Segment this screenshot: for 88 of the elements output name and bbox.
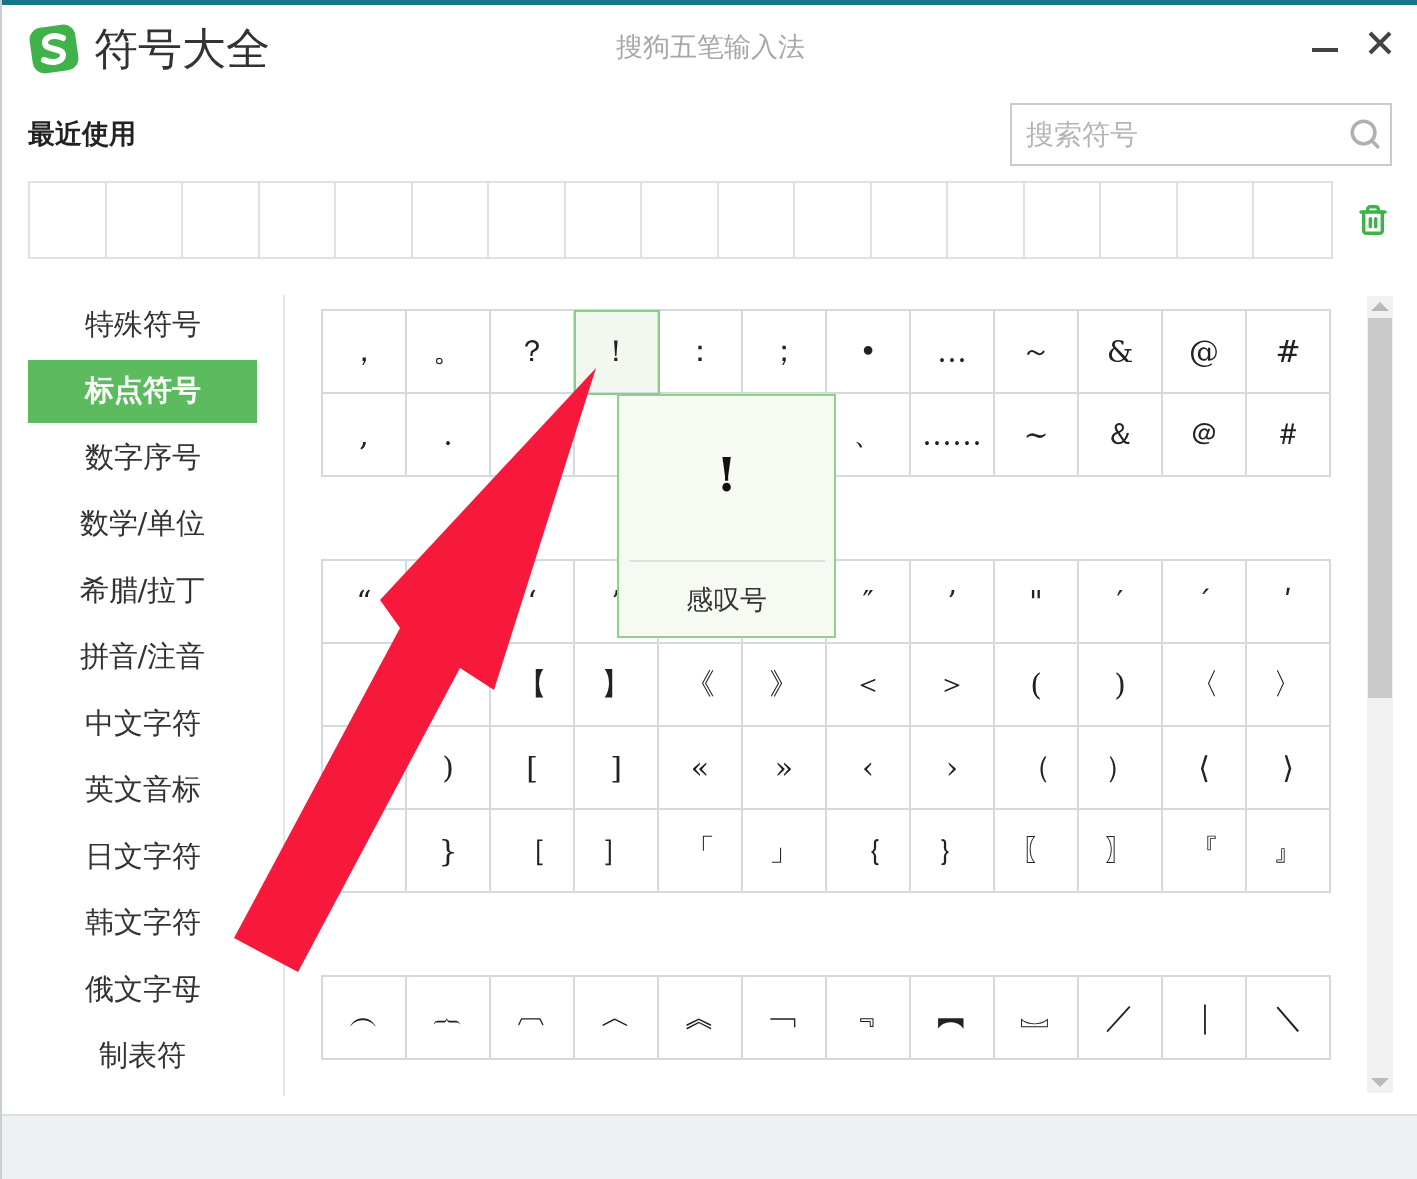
symbol-cell[interactable]: ︗	[995, 977, 1079, 1060]
category-tab[interactable]: 数字序号	[84, 426, 201, 489]
symbol-cell[interactable]: ）	[1079, 727, 1163, 810]
symbol-cell[interactable]: ＠	[1163, 394, 1247, 477]
symbol-cell[interactable]: ›	[911, 727, 995, 810]
symbol-cell[interactable]: 」	[743, 810, 827, 893]
symbol-cell[interactable]: ＆	[1079, 394, 1163, 477]
symbol-cell[interactable]: »	[743, 727, 827, 810]
symbol-cell[interactable]: «	[659, 727, 743, 810]
symbol-cell[interactable]: ⟩	[1247, 727, 1331, 810]
scrollbar[interactable]	[1367, 296, 1393, 1093]
symbol-cell[interactable]: 『	[1163, 810, 1247, 893]
symbol-cell[interactable]: ]	[575, 727, 659, 810]
symbol-cell[interactable]: ﹁	[743, 977, 827, 1060]
symbol-cell[interactable]: 「	[659, 810, 743, 893]
category-tab[interactable]: 日文字符	[84, 825, 201, 888]
symbol-cell[interactable]: #	[1247, 311, 1331, 394]
symbol-cell[interactable]: (	[995, 644, 1079, 727]
window-title: 符号大全	[94, 27, 270, 71]
symbol-cell[interactable]: ！	[575, 311, 659, 394]
symbol-cell[interactable]: ︵	[323, 977, 407, 1060]
symbol-cell[interactable]: ＜	[827, 644, 911, 727]
tooltip-label: 感叹号	[686, 583, 767, 617]
close-icon[interactable]	[1367, 30, 1393, 56]
symbol-cell[interactable]: 】	[575, 644, 659, 727]
symbol-cell[interactable]: ˊ	[1163, 561, 1247, 644]
delete-icon[interactable]	[1356, 204, 1389, 236]
category-tab[interactable]: 中文字符	[84, 692, 201, 755]
symbol-cell[interactable]: ：	[659, 311, 743, 394]
search-icon[interactable]	[1348, 116, 1382, 151]
symbol-cell[interactable]: ｝	[911, 810, 995, 893]
symbol-cell[interactable]: "	[995, 561, 1079, 644]
symbol-cell[interactable]: ［	[491, 810, 575, 893]
search-field[interactable]: 搜索符号	[1010, 102, 1392, 166]
symbol-cell[interactable]: …	[911, 311, 995, 394]
symbol-cell[interactable]: •	[827, 311, 911, 394]
symbol-cell[interactable]: [	[491, 727, 575, 810]
symbol-cell[interactable]: .	[407, 394, 491, 477]
category-tab[interactable]: 制表符	[99, 1024, 186, 1088]
symbol-cell[interactable]: }	[407, 810, 491, 893]
symbol-cell[interactable]: ,	[323, 394, 407, 477]
symbol-cell[interactable]: ′	[1079, 561, 1163, 644]
symbol-cell[interactable]: ｜	[1163, 977, 1247, 1060]
symbol-cell[interactable]: ’	[911, 561, 995, 644]
symbol-cell[interactable]: 〉	[1247, 644, 1331, 727]
category-tab[interactable]: 特殊符号	[84, 293, 201, 356]
symbol-cell[interactable]: 》	[743, 644, 827, 727]
symbol-cell[interactable]: ］	[575, 810, 659, 893]
category-tab[interactable]: 数学/单位	[79, 492, 206, 556]
symbol-cell[interactable]: 。	[407, 311, 491, 394]
category-tab[interactable]: 希腊/拉丁	[79, 559, 206, 622]
category-tab[interactable]: 拼音/注音	[79, 625, 206, 689]
symbol-cell[interactable]: ︷	[407, 977, 491, 1060]
symbol-cell[interactable]: ／	[1079, 977, 1163, 1060]
symbol-cell[interactable]: ︽	[659, 977, 743, 1060]
symbol-cell[interactable]: ～	[995, 311, 1079, 394]
symbol-cell[interactable]: ʹ	[1247, 561, 1331, 644]
symbol-cell[interactable]: 〈	[1163, 644, 1247, 727]
symbol-cell[interactable]: ＼	[1247, 977, 1331, 1060]
app-name: 搜狗五笔输入法	[616, 30, 805, 64]
symbol-cell[interactable]: ＃	[1247, 394, 1331, 477]
symbol-cell[interactable]: 〖	[995, 810, 1079, 893]
symbol-cell[interactable]: ∼	[995, 394, 1079, 477]
symbol-cell[interactable]: ＞	[911, 644, 995, 727]
symbol-cell[interactable]: ；	[743, 311, 827, 394]
symbol-cell[interactable]: （	[995, 727, 1079, 810]
symbol-cell[interactable]: ﹃	[827, 977, 911, 1060]
symbol-cell[interactable]: 』	[1247, 810, 1331, 893]
symbol-cell[interactable]: ，	[323, 311, 407, 394]
symbol-cell[interactable]: @	[1163, 311, 1247, 394]
tooltip-symbol: !	[716, 448, 737, 502]
symbol-cell[interactable]: ⟨	[1163, 727, 1247, 810]
symbol-cell[interactable]: ？	[491, 311, 575, 394]
symbol-cell[interactable]: ｛	[827, 810, 911, 893]
category-tab[interactable]: 俄文字母	[84, 958, 201, 1021]
symbol-cell[interactable]: 〗	[1079, 810, 1163, 893]
symbol-cell[interactable]: )	[1079, 644, 1163, 727]
symbol-cell[interactable]: ︹	[491, 977, 575, 1060]
symbol-cell[interactable]: )	[407, 727, 491, 810]
symbol-cell[interactable]: ‹	[827, 727, 911, 810]
symbol-cell[interactable]: ︿	[575, 977, 659, 1060]
section-title: 最近使用	[28, 117, 136, 151]
symbol-cell[interactable]: &	[1079, 311, 1163, 394]
symbol-cell[interactable]: ︻	[911, 977, 995, 1060]
category-tab[interactable]: 韩文字符	[84, 891, 201, 955]
symbol-cell[interactable]: ……	[911, 394, 995, 477]
symbol-cell[interactable]: 《	[659, 644, 743, 727]
category-tab[interactable]: 英文音标	[84, 758, 201, 822]
